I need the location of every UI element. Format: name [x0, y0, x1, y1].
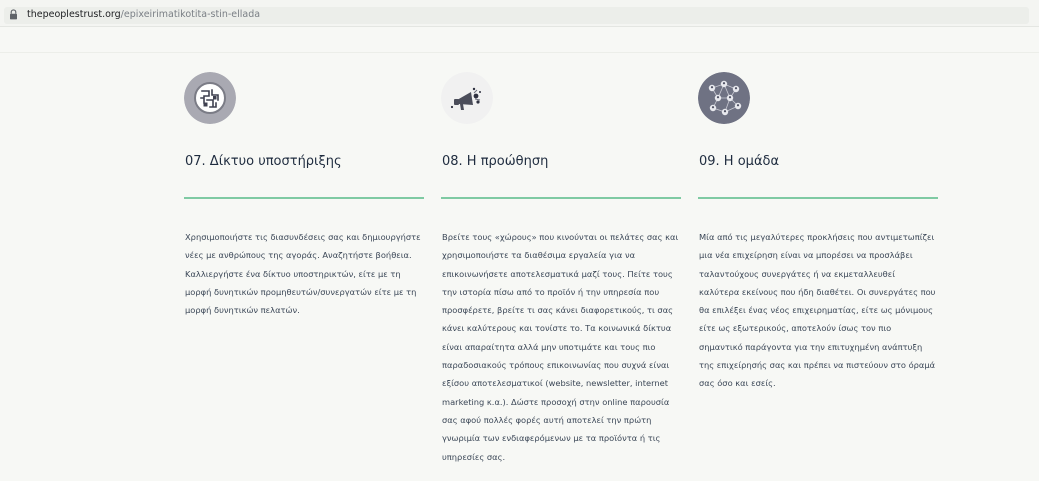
browser-address-bar: thepeoplestrust.org/epixeirimatikotita-s…	[0, 0, 1039, 27]
feature-description: Χρησιμοποιήστε τις διασυνδέσεις σας και …	[185, 232, 421, 316]
team-network-icon	[698, 72, 750, 124]
feature-title: 09. Η ομάδα	[699, 154, 780, 169]
feature-title: 08. Η προώθηση	[442, 154, 549, 169]
url-path: /epixeirimatikotita-stin-ellada	[120, 9, 261, 20]
lock-icon[interactable]	[9, 9, 18, 20]
feature-description: Μία από τις μεγαλύτερες προκλήσεις που α…	[699, 232, 936, 389]
megaphone-icon	[441, 72, 493, 124]
accent-divider	[441, 197, 681, 199]
url-domain: thepeoplestrust.org	[27, 9, 121, 20]
accent-divider	[698, 197, 938, 199]
network-maze-icon	[184, 72, 236, 124]
feature-title: 07. Δίκτυο υποστήριξης	[185, 154, 342, 169]
feature-description: Βρείτε τους «χώρους» που κινούνται οι πε…	[442, 232, 679, 462]
content-divider	[0, 52, 1039, 53]
url-text[interactable]: thepeoplestrust.org/epixeirimatikotita-s…	[27, 9, 260, 21]
accent-divider	[184, 197, 424, 199]
